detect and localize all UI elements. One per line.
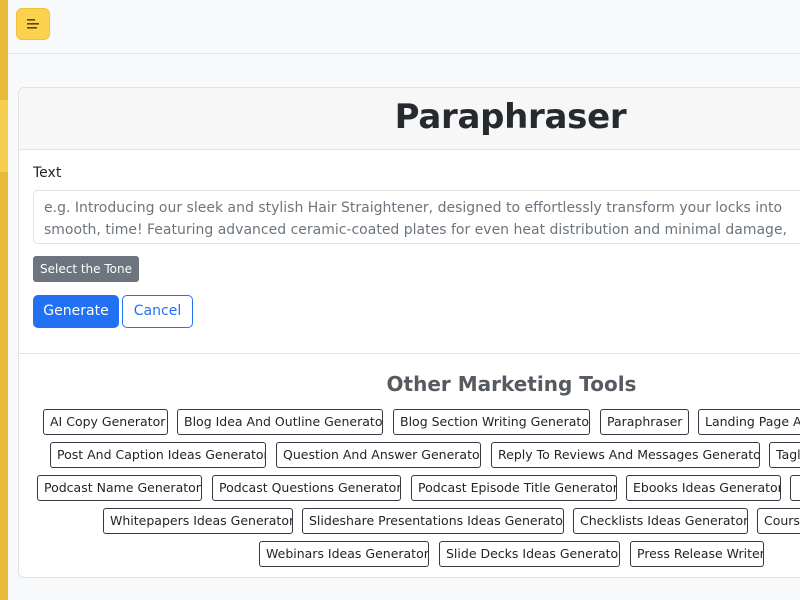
select-tone-button[interactable]: Select the Tone <box>33 256 139 282</box>
generate-button[interactable]: Generate <box>33 295 119 328</box>
page-title: Paraphraser <box>394 97 627 137</box>
text-input[interactable]: e.g. Introducing our sleek and stylish H… <box>33 190 800 244</box>
sidebar-edge-highlight <box>0 100 8 172</box>
card-header: Paraphraser <box>19 88 800 150</box>
tool-link[interactable]: Landing Page An <box>698 409 800 435</box>
tool-link[interactable]: Paraphraser <box>600 409 689 435</box>
tool-link[interactable]: Press Release Writer <box>630 541 764 567</box>
tool-link[interactable]: Slideshare Presentations Ideas Generator <box>302 508 564 534</box>
tool-link[interactable]: Webinars Ideas Generator <box>259 541 429 567</box>
text-field-label: Text <box>33 165 62 181</box>
tool-link[interactable]: Question And Answer Generator <box>276 442 481 468</box>
tool-link[interactable]: Checklists Ideas Generator <box>573 508 748 534</box>
hamburger-menu-icon <box>27 19 39 29</box>
tool-link[interactable]: Cours <box>757 508 800 534</box>
tool-link[interactable]: Whitepapers Ideas Generator <box>103 508 293 534</box>
cancel-button[interactable]: Cancel <box>122 295 193 328</box>
tool-link[interactable]: Post And Caption Ideas Generator <box>50 442 266 468</box>
tool-link[interactable]: Podcast Name Generator <box>37 475 202 501</box>
other-tools-title: Other Marketing Tools <box>386 372 637 396</box>
paraphraser-card: Paraphraser Text e.g. Introducing our sl… <box>18 87 800 578</box>
tool-link[interactable]: Podcast Questions Generator <box>212 475 401 501</box>
paraphraser-form: Text e.g. Introducing our sleek and styl… <box>19 150 800 354</box>
menu-toggle-button[interactable] <box>16 8 50 40</box>
tool-link[interactable]: Blog Idea And Outline Generator <box>177 409 383 435</box>
tool-link[interactable]: AI Copy Generator <box>43 409 168 435</box>
tool-link[interactable]: Tagl <box>769 442 800 468</box>
tool-link[interactable]: Reply To Reviews And Messages Generator <box>491 442 760 468</box>
tool-link[interactable]: Podcast Episode Title Generator <box>411 475 617 501</box>
tool-link[interactable]: Blog Section Writing Generator <box>393 409 590 435</box>
tool-link[interactable] <box>790 475 800 501</box>
sidebar-edge <box>0 0 8 600</box>
tool-link[interactable]: Ebooks Ideas Generator <box>626 475 781 501</box>
top-bar <box>8 0 800 54</box>
tool-link[interactable]: Slide Decks Ideas Generator <box>439 541 620 567</box>
